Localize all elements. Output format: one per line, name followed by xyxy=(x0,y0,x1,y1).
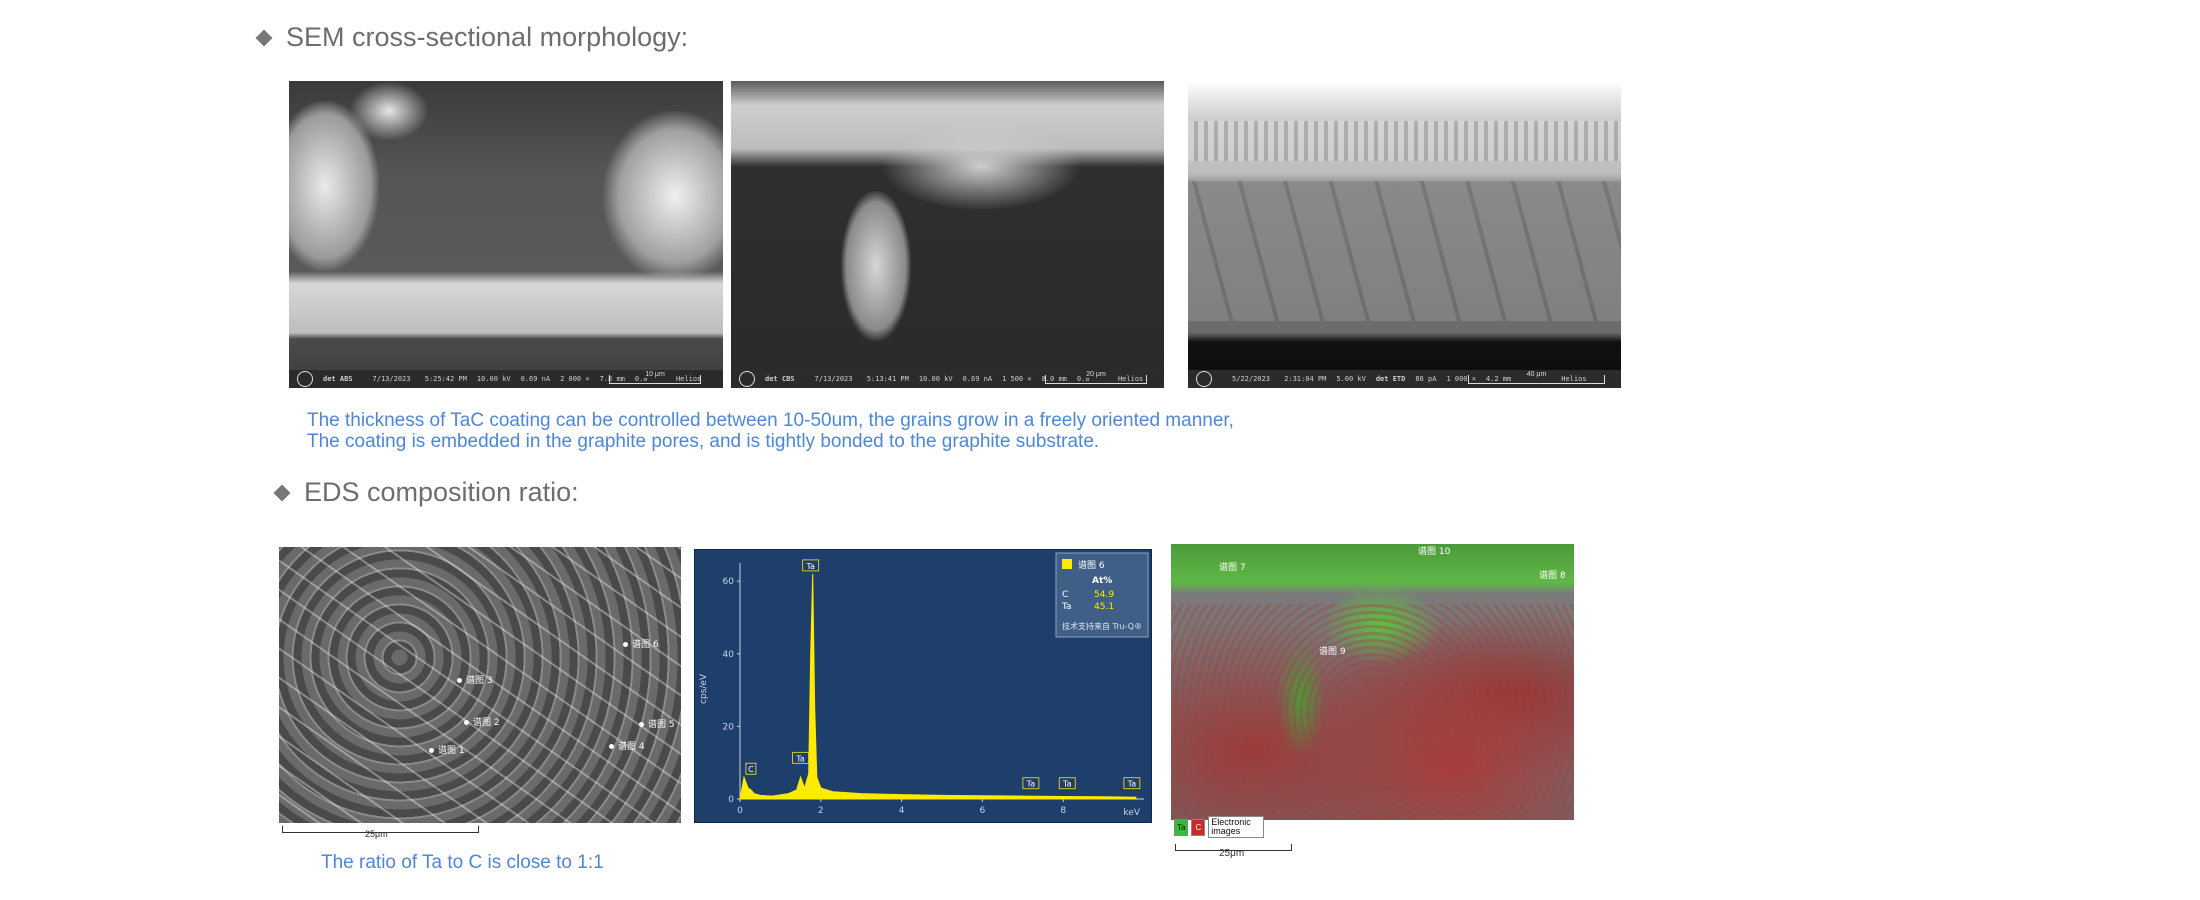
peak-label-text: Ta xyxy=(795,754,805,763)
eds-spot-2: 谱图 2 xyxy=(464,715,500,728)
fei-logo-icon xyxy=(1196,371,1212,387)
eds-heading: EDS composition ratio: xyxy=(273,477,579,508)
sem-mag-1: 2 000 × xyxy=(560,375,590,383)
legend-el-ta: Ta xyxy=(1061,602,1072,612)
legend-swatch xyxy=(1062,559,1072,569)
legend-electronic-images: Electronic images xyxy=(1208,816,1265,838)
legend-note: 技术支持来自 Tru-Q® xyxy=(1062,621,1142,631)
sem-curr-1: 0.69 nA xyxy=(520,375,551,383)
x-tick-label: 0 xyxy=(737,806,743,816)
x-tick-label: 4 xyxy=(899,806,905,816)
diamond-bullet-icon xyxy=(255,29,273,46)
peak-label-text: Ta xyxy=(1026,780,1036,789)
eds-map-spot-8: 谱图 8 xyxy=(1539,571,1566,581)
y-tick-label: 20 xyxy=(723,722,735,732)
eds-spot-6: 谱图 6 xyxy=(623,637,659,650)
sem-det-3: det ETD xyxy=(1375,375,1406,383)
eds-spot-1: 谱图 1 xyxy=(429,743,465,756)
eds-map-spot-7: 谱图 7 xyxy=(1219,563,1246,573)
y-axis-label: cps/eV xyxy=(699,673,709,704)
x-tick-label: 8 xyxy=(1060,806,1066,816)
eds-spot-3: 谱图 3 xyxy=(457,673,493,686)
sem-hv-3: 5.00 kV xyxy=(1336,375,1366,383)
sem-date-1: 7/13/2023 5:25:42 PM xyxy=(372,375,467,383)
legend-val-ta: 45.1 xyxy=(1094,602,1114,612)
peak-label-text: Ta xyxy=(1127,780,1137,789)
sem-mag-2: 1 500 × xyxy=(1002,375,1032,383)
legend-title: 谱图 6 xyxy=(1078,559,1105,571)
sem-date-2: 7/13/2023 5:13:41 PM xyxy=(814,375,909,383)
eds-map-image: 谱图 7 谱图 8 谱图 9 谱图 10 xyxy=(1171,544,1574,820)
fei-logo-icon xyxy=(297,371,313,387)
sem-scalebar-3: 40 μm xyxy=(1468,371,1605,384)
eds-spectrum-chart: 0 20 40 60 0 2 4 6 8 cps/eV keV C Ta Ta Ta Ta Ta 谱图 … xyxy=(694,549,1152,823)
legend-el-c: C xyxy=(1062,590,1068,600)
sem-heading: SEM cross-sectional morphology: xyxy=(255,22,689,53)
sem-caption-line-2: The coating is embedded in the graphite … xyxy=(307,431,1100,452)
legend-header: At% xyxy=(1092,576,1112,586)
sem-det-2: det CBS xyxy=(765,375,795,383)
sem-caption: The thickness of TaC coating can be cont… xyxy=(307,410,1234,452)
eds-map-spot-10: 谱图 10 xyxy=(1418,547,1451,557)
sem-curr-2: 0.69 nA xyxy=(962,375,993,383)
chart-legend: 谱图 6 At% C 54.9 Ta 45.1 技术支持来自 Tru-Q® xyxy=(1055,552,1149,638)
sem-date-3: 5/22/2023 2:31:04 PM xyxy=(1232,375,1327,383)
x-tick-label: 6 xyxy=(980,806,986,816)
eds-map-legend: Ta C Electronic images xyxy=(1174,816,1265,838)
y-tick-label: 0 xyxy=(728,795,734,805)
eds-map-scale-label: 25μm xyxy=(1219,848,1245,859)
legend-val-c: 54.9 xyxy=(1094,590,1114,600)
x-tick-label: 2 xyxy=(818,806,824,816)
sem-image-2: det CBS 7/13/2023 5:13:41 PM 10.00 kV 0.… xyxy=(731,81,1164,388)
legend-c-swatch: C xyxy=(1191,818,1206,836)
eds-sem-scale-label: 25μm xyxy=(365,829,388,839)
sem-image-3: 5/22/2023 2:31:04 PM 5.00 kV det ETD 86 … xyxy=(1188,81,1621,388)
sem-curr-3: 86 pA xyxy=(1415,375,1437,383)
sem-hv-1: 10.00 kV xyxy=(476,375,511,383)
eds-sem-image: 谱图 1 谱图 2 谱图 3 谱图 4 谱图 5 谱图 6 xyxy=(279,547,681,823)
y-tick-label: 40 xyxy=(723,650,735,660)
peak-label-text: Ta xyxy=(1062,780,1072,789)
sem-det-1: det ABS xyxy=(323,375,353,383)
sem-hv-2: 10.00 kV xyxy=(918,375,953,383)
y-tick-label: 60 xyxy=(723,577,735,587)
sem-scalebar-1: 10 μm xyxy=(609,371,701,384)
eds-spot-5: 谱图 5 xyxy=(639,717,675,730)
eds-map-spot-9: 谱图 9 xyxy=(1319,647,1346,657)
eds-caption: The ratio of Ta to C is close to 1:1 xyxy=(321,852,604,873)
peak-label-text: Ta xyxy=(805,562,815,571)
x-axis-label: keV xyxy=(1123,808,1140,818)
sem-heading-text: SEM cross-sectional morphology: xyxy=(286,22,689,52)
diamond-bullet-icon xyxy=(273,484,291,501)
fei-logo-icon xyxy=(739,371,755,387)
eds-heading-text: EDS composition ratio: xyxy=(304,477,579,507)
sem-caption-line-1: The thickness of TaC coating can be cont… xyxy=(307,410,1234,431)
sem-scalebar-2: 20 μm xyxy=(1045,371,1147,384)
legend-ta-swatch: Ta xyxy=(1174,818,1189,836)
peak-label-text: C xyxy=(748,765,754,774)
eds-spot-4: 谱图 4 xyxy=(609,739,645,752)
sem-image-1: det ABS 7/13/2023 5:25:42 PM 10.00 kV 0.… xyxy=(289,81,723,388)
